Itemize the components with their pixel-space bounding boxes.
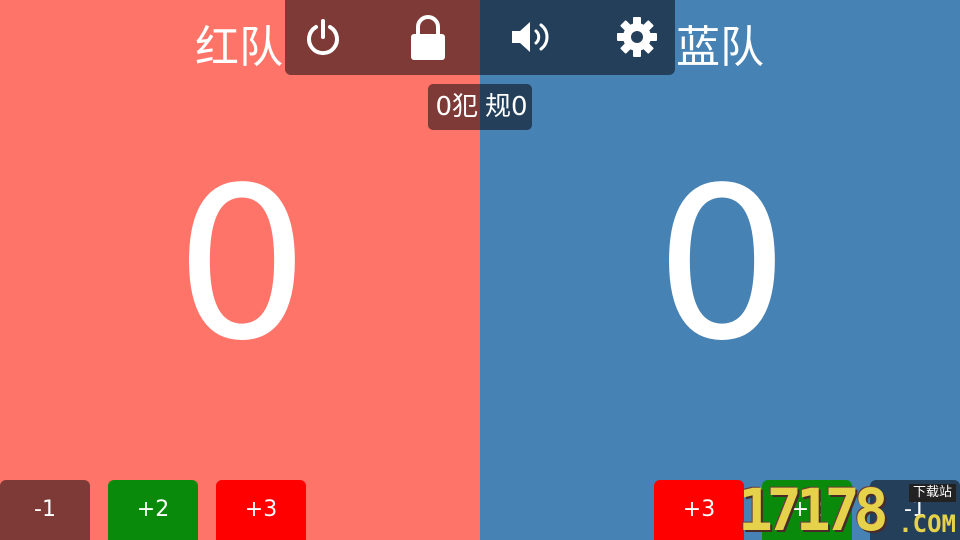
- settings-button[interactable]: [610, 12, 664, 62]
- blue-minus-1-button[interactable]: -1: [870, 480, 960, 540]
- red-fouls: 0犯: [428, 84, 480, 130]
- volume-button[interactable]: [505, 12, 559, 62]
- red-team-name: 红队: [195, 22, 283, 73]
- gear-icon: [617, 17, 657, 57]
- fouls-indicator[interactable]: 0犯 规0: [428, 84, 532, 130]
- blue-plus-3-button[interactable]: +3: [654, 480, 744, 540]
- power-icon: [307, 19, 339, 56]
- power-button[interactable]: [296, 12, 350, 62]
- blue-team-panel: 蓝队 0: [480, 0, 960, 540]
- red-plus-3-button[interactable]: +3: [216, 480, 306, 540]
- volume-icon: [512, 22, 549, 52]
- red-plus-2-button[interactable]: +2: [108, 480, 198, 540]
- lock-button[interactable]: [401, 12, 455, 62]
- lock-icon: [411, 15, 445, 60]
- blue-team-score[interactable]: 0: [622, 150, 822, 380]
- blue-plus-2-button[interactable]: +2: [762, 480, 852, 540]
- red-team-panel: 红队 0: [0, 0, 480, 540]
- toolbar: [285, 0, 675, 75]
- red-minus-1-button[interactable]: -1: [0, 480, 90, 540]
- red-team-score[interactable]: 0: [142, 150, 342, 380]
- blue-fouls: 规0: [480, 84, 532, 130]
- blue-team-name: 蓝队: [676, 22, 764, 73]
